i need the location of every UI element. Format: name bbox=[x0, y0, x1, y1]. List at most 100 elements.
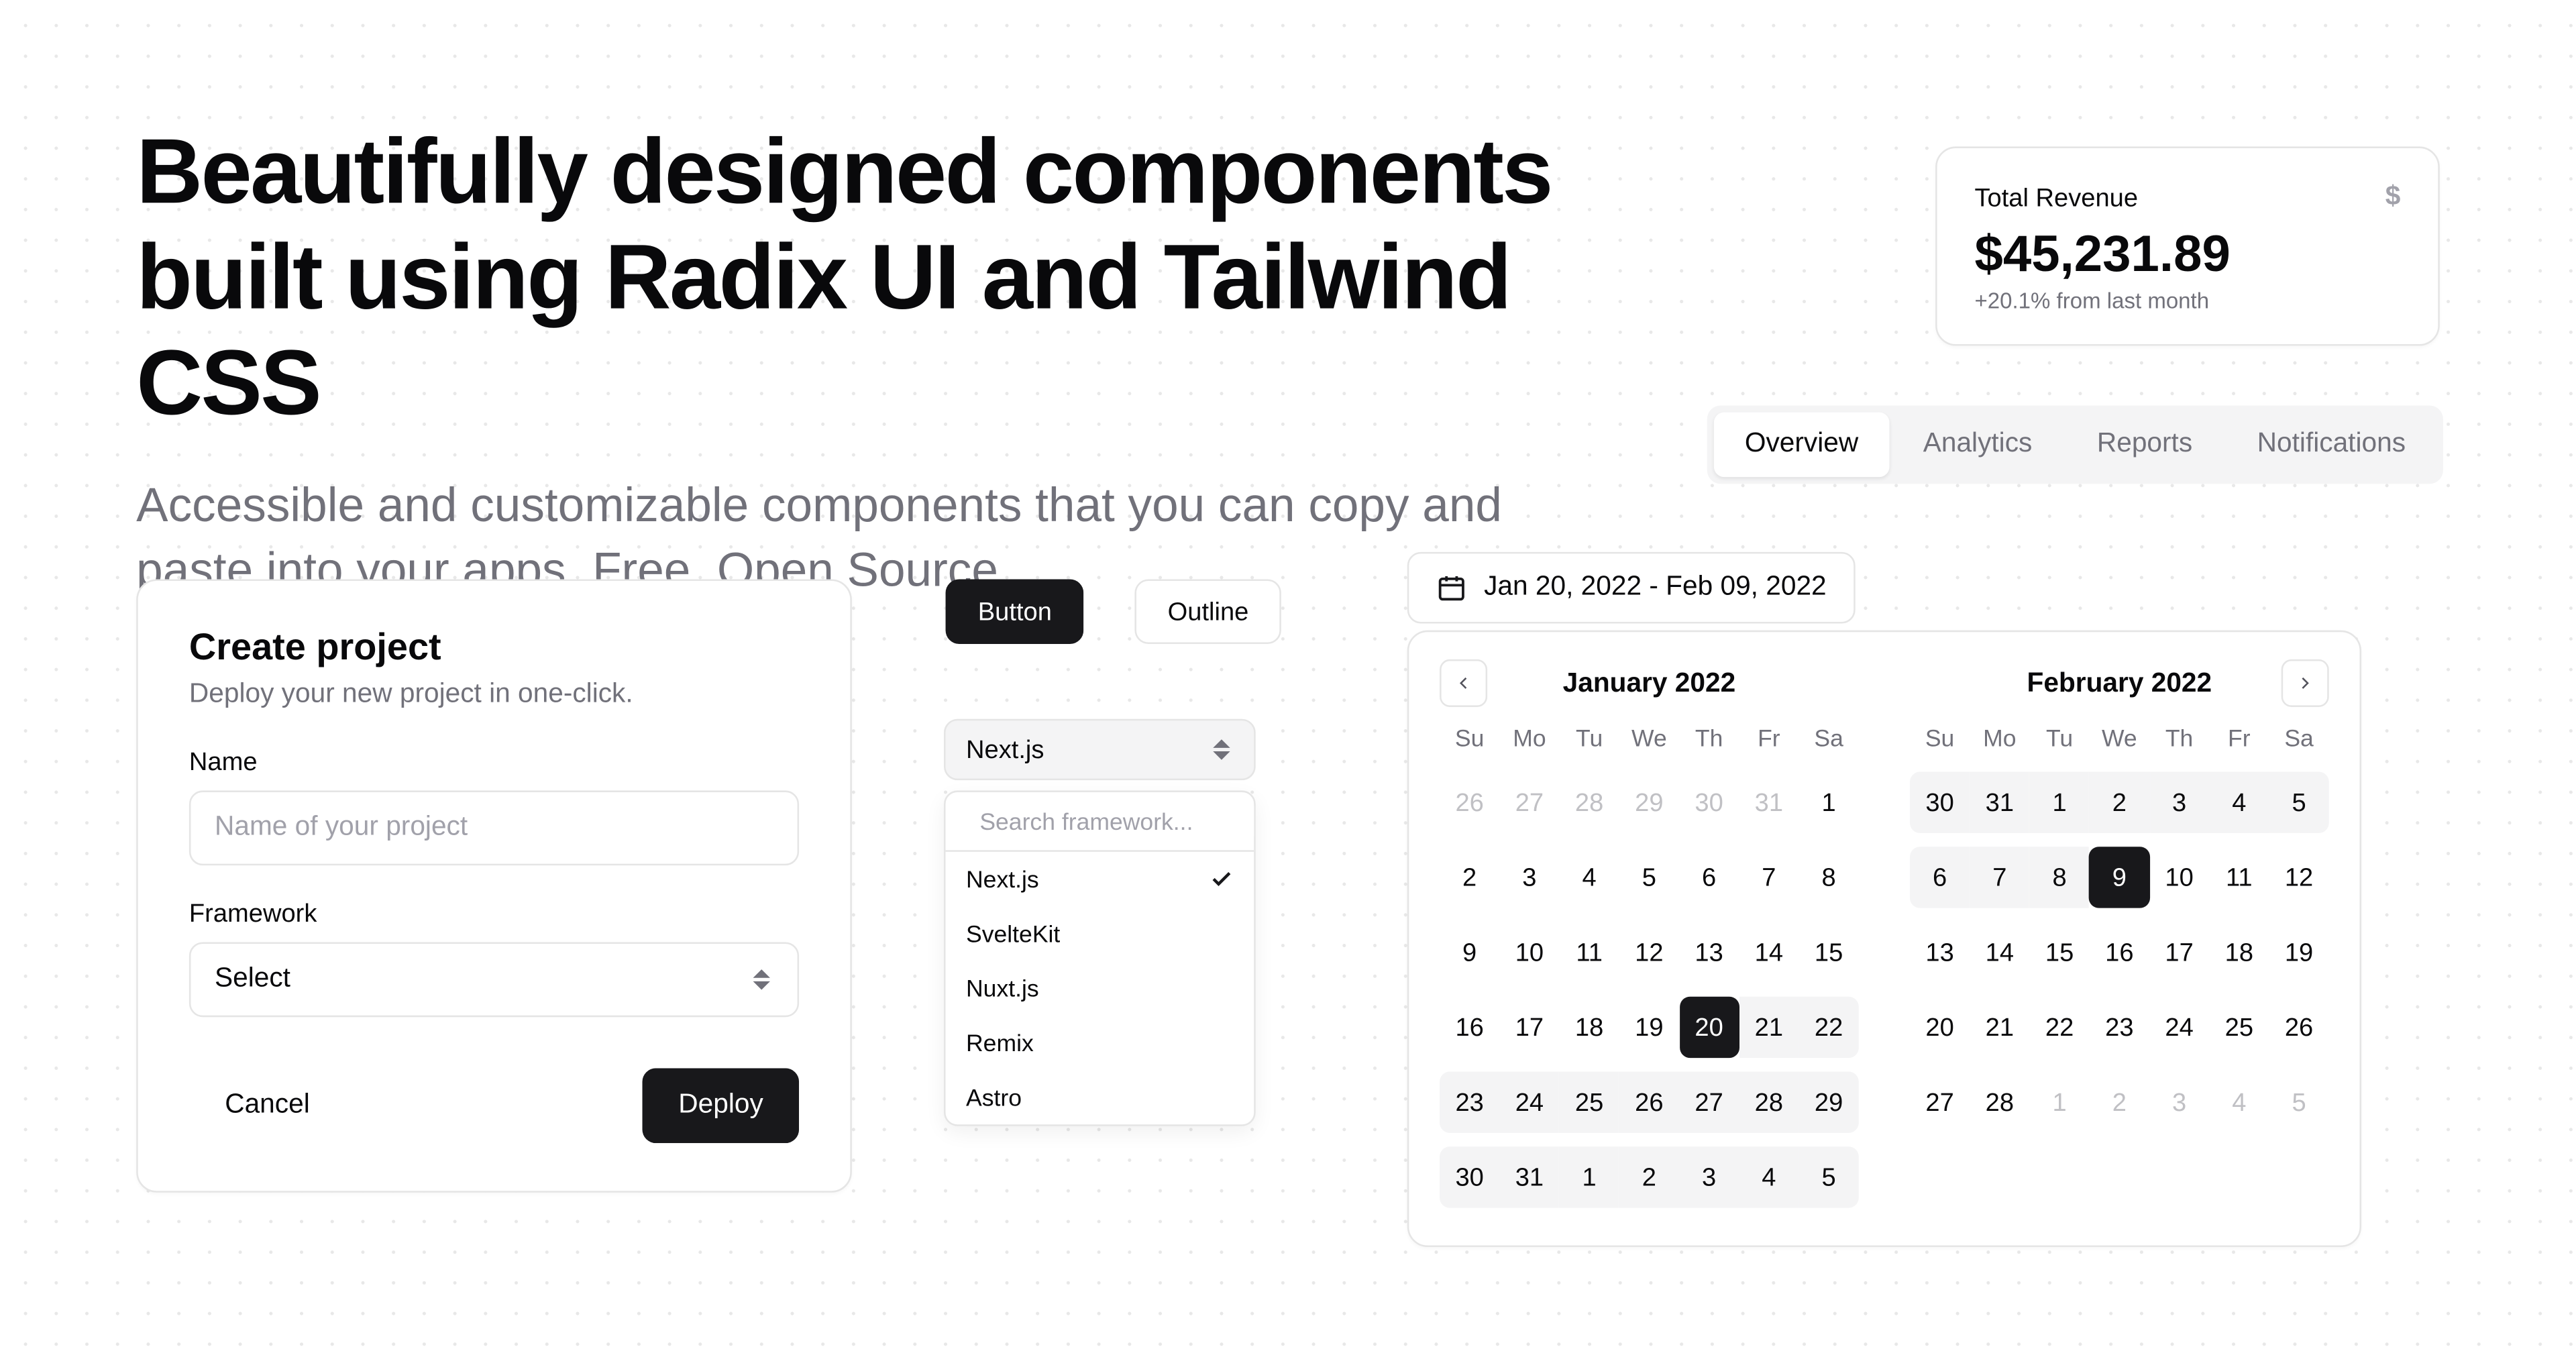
combobox-option[interactable]: Nuxt.js bbox=[946, 961, 1254, 1015]
calendar-day[interactable]: 5 bbox=[1799, 1146, 1859, 1207]
calendar-day[interactable]: 31 bbox=[1499, 1146, 1559, 1207]
calendar-day[interactable]: 20 bbox=[1679, 997, 1739, 1058]
calendar-day[interactable]: 11 bbox=[1560, 922, 1619, 983]
calendar-day[interactable]: 13 bbox=[1679, 922, 1739, 983]
combobox-popover: Next.jsSvelteKitNuxt.jsRemixAstro bbox=[944, 790, 1256, 1126]
calendar-day[interactable]: 2 bbox=[1440, 847, 1499, 908]
calendar-day[interactable]: 17 bbox=[1499, 997, 1559, 1058]
calendar-day[interactable]: 18 bbox=[1560, 997, 1619, 1058]
calendar-day[interactable]: 1 bbox=[2029, 771, 2089, 832]
calendar-day[interactable]: 5 bbox=[2269, 1071, 2328, 1132]
calendar-day[interactable]: 2 bbox=[2090, 771, 2149, 832]
calendar-day[interactable]: 4 bbox=[1560, 847, 1619, 908]
calendar-day[interactable]: 5 bbox=[2269, 771, 2328, 832]
calendar-day[interactable]: 4 bbox=[2209, 1071, 2269, 1132]
calendar-day[interactable]: 24 bbox=[2149, 997, 2209, 1058]
calendar-day[interactable]: 19 bbox=[1619, 997, 1679, 1058]
example-outline-button[interactable]: Outline bbox=[1135, 579, 1281, 644]
calendar-day[interactable]: 8 bbox=[1799, 847, 1859, 908]
combobox-option[interactable]: Next.js bbox=[946, 852, 1254, 906]
calendar-day[interactable]: 9 bbox=[2090, 847, 2149, 908]
calendar-day[interactable]: 30 bbox=[1679, 771, 1739, 832]
calendar-day[interactable]: 25 bbox=[1560, 1071, 1619, 1132]
calendar-day[interactable]: 28 bbox=[1560, 771, 1619, 832]
calendar-day[interactable]: 31 bbox=[1970, 771, 2029, 832]
example-primary-button[interactable]: Button bbox=[946, 579, 1085, 644]
calendar-day[interactable]: 15 bbox=[2029, 922, 2089, 983]
combobox-option[interactable]: Remix bbox=[946, 1016, 1254, 1070]
calendar-day[interactable]: 26 bbox=[2269, 997, 2328, 1058]
combobox-trigger[interactable]: Next.js bbox=[944, 719, 1256, 780]
calendar-day[interactable]: 3 bbox=[2149, 771, 2209, 832]
calendar-day[interactable]: 3 bbox=[1679, 1146, 1739, 1207]
calendar-day[interactable]: 14 bbox=[1739, 922, 1799, 983]
calendar-day[interactable]: 27 bbox=[1910, 1071, 1970, 1132]
calendar-day[interactable]: 29 bbox=[1619, 771, 1679, 832]
weekday-label: Mo bbox=[1970, 724, 2029, 765]
calendar-day[interactable]: 21 bbox=[1739, 997, 1799, 1058]
calendar-day[interactable]: 22 bbox=[1799, 997, 1859, 1058]
revenue-title: Total Revenue bbox=[1974, 183, 2138, 212]
calendar-day[interactable]: 1 bbox=[1799, 771, 1859, 832]
tab-overview[interactable]: Overview bbox=[1714, 413, 1889, 478]
cancel-button[interactable]: Cancel bbox=[189, 1068, 345, 1143]
calendar-day[interactable]: 27 bbox=[1499, 771, 1559, 832]
calendar-day[interactable]: 9 bbox=[1440, 922, 1499, 983]
calendar-day[interactable]: 31 bbox=[1739, 771, 1799, 832]
calendar-day[interactable]: 8 bbox=[2029, 847, 2089, 908]
calendar-day[interactable]: 7 bbox=[1739, 847, 1799, 908]
tab-analytics[interactable]: Analytics bbox=[1892, 413, 2063, 478]
calendar-day[interactable]: 3 bbox=[2149, 1071, 2209, 1132]
calendar-day[interactable]: 27 bbox=[1679, 1071, 1739, 1132]
project-name-input[interactable] bbox=[189, 790, 799, 865]
calendar-day[interactable]: 29 bbox=[1799, 1071, 1859, 1132]
calendar-day[interactable]: 20 bbox=[1910, 997, 1970, 1058]
calendar-day[interactable]: 16 bbox=[1440, 997, 1499, 1058]
calendar-day[interactable]: 6 bbox=[1679, 847, 1739, 908]
calendar-day[interactable]: 1 bbox=[2029, 1071, 2089, 1132]
calendar-day[interactable]: 19 bbox=[2269, 922, 2328, 983]
combobox-option[interactable]: SvelteKit bbox=[946, 906, 1254, 961]
calendar-day[interactable]: 4 bbox=[2209, 771, 2269, 832]
combobox-search-input[interactable] bbox=[976, 806, 1256, 837]
calendar-day[interactable]: 5 bbox=[1619, 847, 1679, 908]
calendar-day[interactable]: 7 bbox=[1970, 847, 2029, 908]
calendar-day[interactable]: 10 bbox=[1499, 922, 1559, 983]
calendar-day[interactable]: 30 bbox=[1910, 771, 1970, 832]
calendar-day[interactable]: 23 bbox=[2090, 997, 2149, 1058]
calendar-day[interactable]: 1 bbox=[1560, 1146, 1619, 1207]
calendar-day[interactable]: 2 bbox=[1619, 1146, 1679, 1207]
calendar-day[interactable]: 2 bbox=[2090, 1071, 2149, 1132]
calendar-next-button[interactable] bbox=[2282, 659, 2329, 707]
framework-select[interactable]: Select bbox=[189, 942, 799, 1017]
calendar-day[interactable]: 11 bbox=[2209, 847, 2269, 908]
calendar-day[interactable]: 16 bbox=[2090, 922, 2149, 983]
calendar-day[interactable]: 28 bbox=[1739, 1071, 1799, 1132]
deploy-button[interactable]: Deploy bbox=[643, 1068, 799, 1143]
calendar-day[interactable]: 25 bbox=[2209, 997, 2269, 1058]
calendar-day[interactable]: 14 bbox=[1970, 922, 2029, 983]
calendar-day[interactable]: 30 bbox=[1440, 1146, 1499, 1207]
date-range-picker-button[interactable]: Jan 20, 2022 - Feb 09, 2022 bbox=[1407, 552, 1856, 624]
calendar-day[interactable]: 26 bbox=[1440, 771, 1499, 832]
calendar-day[interactable]: 6 bbox=[1910, 847, 1970, 908]
calendar-day[interactable]: 17 bbox=[2149, 922, 2209, 983]
calendar-day[interactable]: 26 bbox=[1619, 1071, 1679, 1132]
calendar-day[interactable]: 12 bbox=[1619, 922, 1679, 983]
calendar-day[interactable]: 21 bbox=[1970, 997, 2029, 1058]
calendar-day[interactable]: 22 bbox=[2029, 997, 2089, 1058]
calendar-day[interactable]: 15 bbox=[1799, 922, 1859, 983]
combobox-option[interactable]: Astro bbox=[946, 1070, 1254, 1124]
calendar-day[interactable]: 4 bbox=[1739, 1146, 1799, 1207]
calendar-day[interactable]: 23 bbox=[1440, 1071, 1499, 1132]
tab-notifications[interactable]: Notifications bbox=[2226, 413, 2436, 478]
calendar-day[interactable]: 13 bbox=[1910, 922, 1970, 983]
calendar-day[interactable]: 28 bbox=[1970, 1071, 2029, 1132]
calendar-prev-button[interactable] bbox=[1440, 659, 1487, 707]
calendar-day[interactable]: 3 bbox=[1499, 847, 1559, 908]
calendar-day[interactable]: 24 bbox=[1499, 1071, 1559, 1132]
tab-reports[interactable]: Reports bbox=[2066, 413, 2223, 478]
calendar-day[interactable]: 18 bbox=[2209, 922, 2269, 983]
calendar-day[interactable]: 10 bbox=[2149, 847, 2209, 908]
calendar-day[interactable]: 12 bbox=[2269, 847, 2328, 908]
